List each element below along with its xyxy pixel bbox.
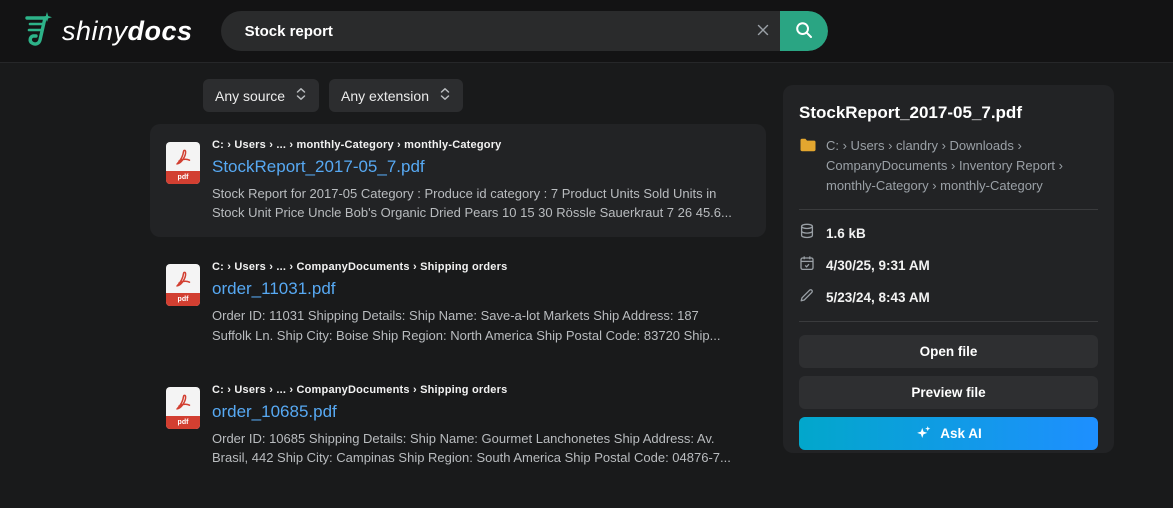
ask-ai-label: Ask AI bbox=[940, 426, 982, 441]
database-size-icon bbox=[799, 223, 815, 244]
result-breadcrumb: C: › Users › ... › monthly-Category › mo… bbox=[212, 139, 750, 151]
open-file-label: Open file bbox=[920, 344, 978, 359]
pdf-file-icon: pdf bbox=[166, 264, 200, 306]
result-title-link[interactable]: order_10685.pdf bbox=[212, 402, 337, 422]
search-result-row[interactable]: pdf C: › Users › ... › CompanyDocuments … bbox=[150, 369, 766, 482]
search-result-row[interactable]: pdf C: › Users › ... › CompanyDocuments … bbox=[150, 246, 766, 359]
filter-any-source[interactable]: Any source bbox=[203, 79, 319, 112]
result-title-link[interactable]: order_11031.pdf bbox=[212, 279, 336, 299]
modified-date-value: 4/30/25, 9:31 AM bbox=[826, 258, 930, 273]
ask-ai-button[interactable]: Ask AI bbox=[799, 417, 1098, 450]
preview-file-label: Preview file bbox=[911, 385, 985, 400]
brand-wordmark: shinydocs bbox=[62, 16, 193, 47]
search-result-row[interactable]: pdf C: › Users › ... › CompanyDocuments … bbox=[150, 496, 766, 508]
pdf-file-icon: pdf bbox=[166, 387, 200, 429]
preview-file-button[interactable]: Preview file bbox=[799, 376, 1098, 409]
panel-divider bbox=[799, 209, 1098, 210]
pencil-icon bbox=[799, 287, 815, 308]
close-icon bbox=[755, 22, 771, 41]
search-icon bbox=[794, 20, 814, 43]
result-title-link[interactable]: StockReport_2017-05_7.pdf bbox=[212, 157, 425, 177]
file-size-value: 1.6 kB bbox=[826, 226, 866, 241]
search-input[interactable] bbox=[221, 11, 746, 51]
top-bar: shinydocs bbox=[0, 0, 1173, 63]
details-file-path: C: › Users › clandry › Downloads › Compa… bbox=[826, 136, 1098, 196]
sparkles-icon bbox=[915, 424, 932, 444]
result-snippet: Stock Report for 2017-05 Category : Prod… bbox=[212, 184, 737, 222]
search-result-row[interactable]: pdf C: › Users › ... › monthly-Category … bbox=[150, 124, 766, 237]
chevron-updown-icon bbox=[295, 87, 307, 104]
result-snippet: Order ID: 11031 Shipping Details: Ship N… bbox=[212, 306, 737, 344]
result-breadcrumb: C: › Users › ... › CompanyDocuments › Sh… bbox=[212, 384, 750, 396]
calendar-icon bbox=[799, 255, 815, 276]
folder-icon bbox=[799, 136, 817, 196]
modified-date-row: 4/30/25, 9:31 AM bbox=[799, 255, 1098, 276]
filter-any-extension[interactable]: Any extension bbox=[329, 79, 463, 112]
search-submit-button[interactable] bbox=[780, 11, 828, 51]
filter-any-extension-label: Any extension bbox=[341, 88, 429, 104]
result-snippet: Order ID: 10685 Shipping Details: Ship N… bbox=[212, 429, 737, 467]
file-details-panel: StockReport_2017-05_7.pdf C: › Users › c… bbox=[783, 85, 1114, 453]
filter-any-source-label: Any source bbox=[215, 88, 285, 104]
details-path-row: C: › Users › clandry › Downloads › Compa… bbox=[799, 136, 1098, 196]
file-size-row: 1.6 kB bbox=[799, 223, 1098, 244]
created-date-row: 5/23/24, 8:43 AM bbox=[799, 287, 1098, 308]
panel-divider bbox=[799, 321, 1098, 322]
shinydocs-logo-icon bbox=[14, 9, 56, 54]
created-date-value: 5/23/24, 8:43 AM bbox=[826, 290, 930, 305]
chevron-updown-icon bbox=[439, 87, 451, 104]
brand-logo[interactable]: shinydocs bbox=[14, 9, 193, 54]
search-bar bbox=[221, 11, 828, 51]
open-file-button[interactable]: Open file bbox=[799, 335, 1098, 368]
pdf-file-icon: pdf bbox=[166, 142, 200, 184]
details-file-title: StockReport_2017-05_7.pdf bbox=[799, 103, 1098, 123]
result-breadcrumb: C: › Users › ... › CompanyDocuments › Sh… bbox=[212, 261, 750, 273]
search-results-list: pdf C: › Users › ... › monthly-Category … bbox=[150, 124, 766, 508]
filter-bar: Any source Any extension bbox=[203, 79, 463, 112]
clear-search-button[interactable] bbox=[746, 11, 780, 51]
